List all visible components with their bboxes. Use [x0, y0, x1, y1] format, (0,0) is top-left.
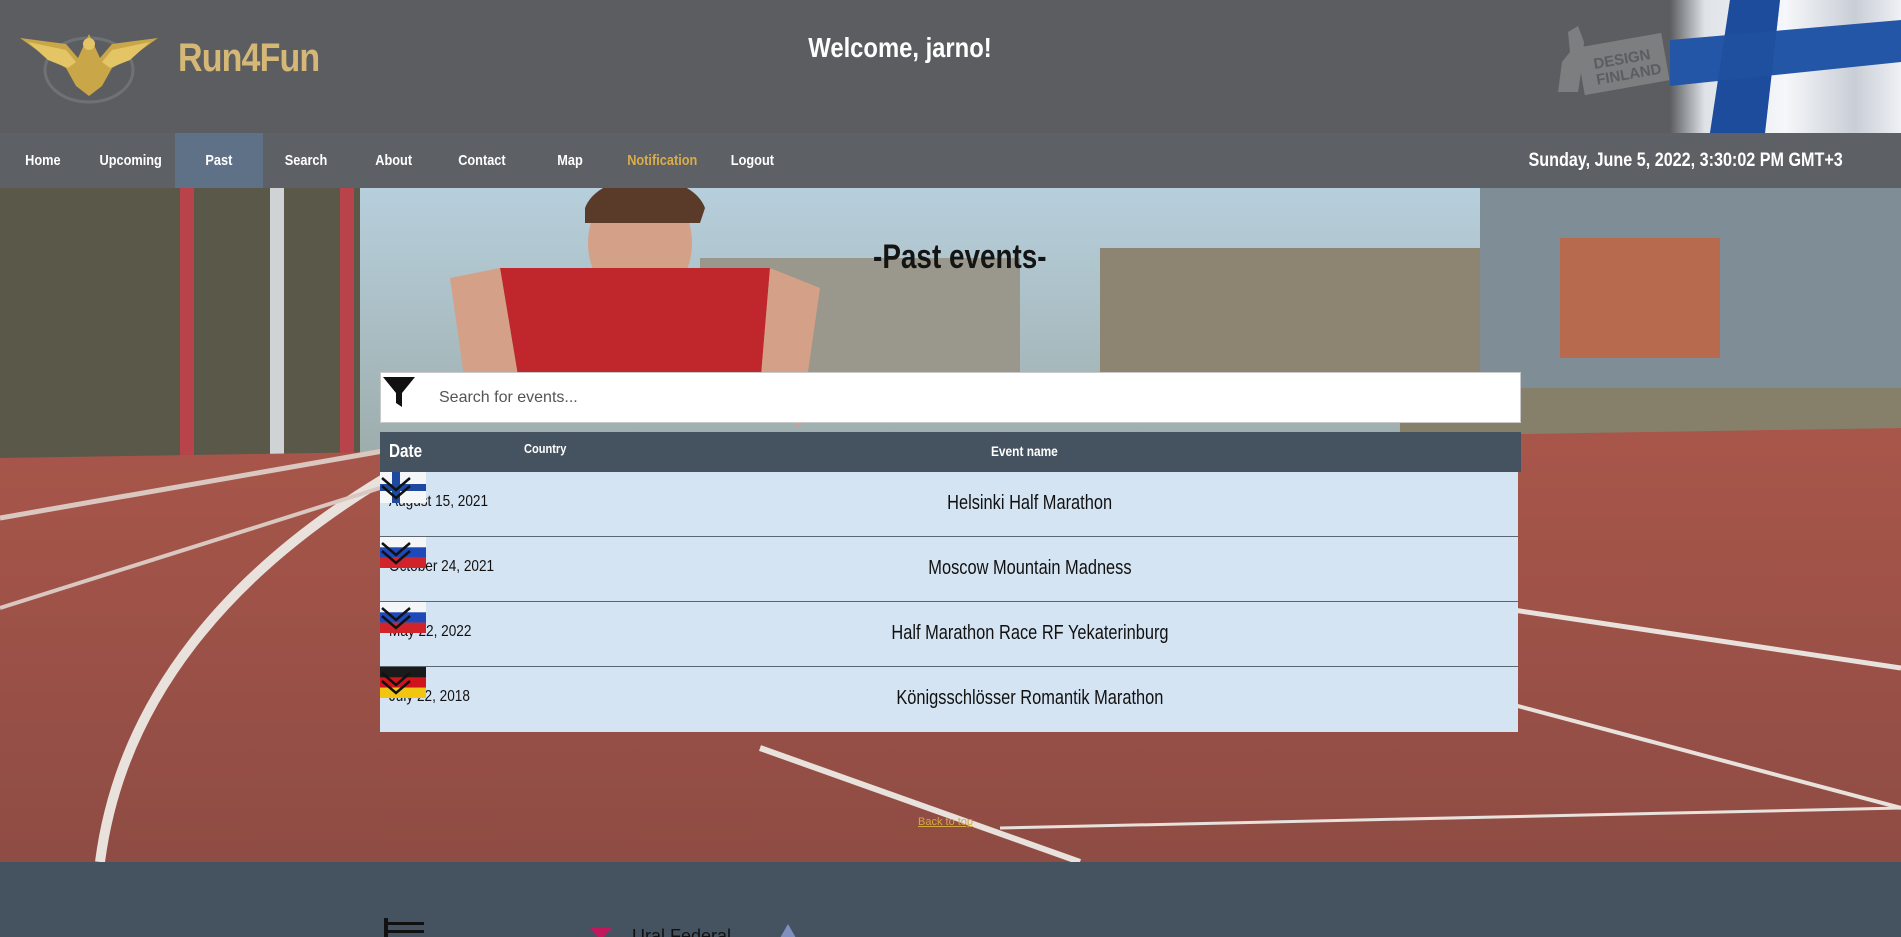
past-events-table: Date Country Event name August 15, 2021 …	[380, 432, 1521, 732]
ural-federal-logo-icon[interactable]	[590, 928, 612, 937]
welcome-message: Welcome, jarno!	[808, 32, 992, 63]
page-title: -Past events-	[873, 238, 1047, 276]
nav-about[interactable]: About	[350, 133, 438, 188]
table-row[interactable]: May 22, 2022 Half Marathon Race RF Yekat…	[380, 602, 1518, 667]
event-name: Moscow Mountain Madness	[928, 557, 1132, 579]
finland-flag-banner-icon	[1670, 0, 1901, 133]
hero-background: -Past events- Date Country Event name Au…	[0, 188, 1901, 862]
nav-upcoming[interactable]: Upcoming	[88, 133, 174, 188]
event-name: Helsinki Half Marathon	[947, 492, 1113, 514]
event-name: Half Marathon Race RF Yekaterinburg	[891, 622, 1169, 644]
ural-federal-text[interactable]: Ural Federal	[632, 926, 731, 937]
table-header: Date Country Event name	[380, 432, 1521, 472]
expand-chevron-icon[interactable]	[380, 537, 412, 569]
filter-icon[interactable]	[381, 373, 417, 411]
nav-map[interactable]: Map	[526, 133, 614, 188]
main-nav: Home Upcoming Past Search About Contact …	[0, 133, 1901, 188]
partner-logo-triangle-icon[interactable]	[780, 924, 796, 937]
event-name: Königsschlösser Romantik Marathon	[896, 687, 1164, 709]
event-search-bar	[380, 372, 1521, 423]
design-finland-badge-icon: DESIGN FINLAND	[1558, 26, 1670, 96]
nav-notification[interactable]: Notification	[614, 133, 710, 188]
expand-chevron-icon[interactable]	[380, 472, 412, 504]
back-to-top-link[interactable]: Back to top	[918, 816, 973, 828]
site-footer: Ural Federal	[0, 862, 1901, 937]
table-row[interactable]: August 15, 2021 Helsinki Half Marathon	[380, 472, 1518, 537]
table-row[interactable]: October 24, 2021 Moscow Mountain Madness	[380, 537, 1518, 602]
nav-search[interactable]: Search	[262, 133, 350, 188]
column-header-event[interactable]: Event name	[380, 443, 1680, 459]
nav-logout[interactable]: Logout	[712, 133, 792, 188]
event-search-input[interactable]	[439, 383, 1499, 413]
nav-contact[interactable]: Contact	[438, 133, 526, 188]
expand-chevron-icon[interactable]	[380, 667, 412, 699]
datetime-clock: Sunday, June 5, 2022, 3:30:02 PM GMT+3	[1528, 150, 1843, 171]
site-header: Run4Fun Welcome, jarno! DESIGN FINLAND	[0, 0, 1901, 133]
partner-logo-icon[interactable]	[384, 918, 428, 937]
nav-past[interactable]: Past	[175, 133, 263, 188]
table-row[interactable]: July 22, 2018 Königsschlösser Romantik M…	[380, 667, 1518, 732]
nav-home[interactable]: Home	[16, 133, 70, 188]
expand-chevron-icon[interactable]	[380, 602, 412, 634]
